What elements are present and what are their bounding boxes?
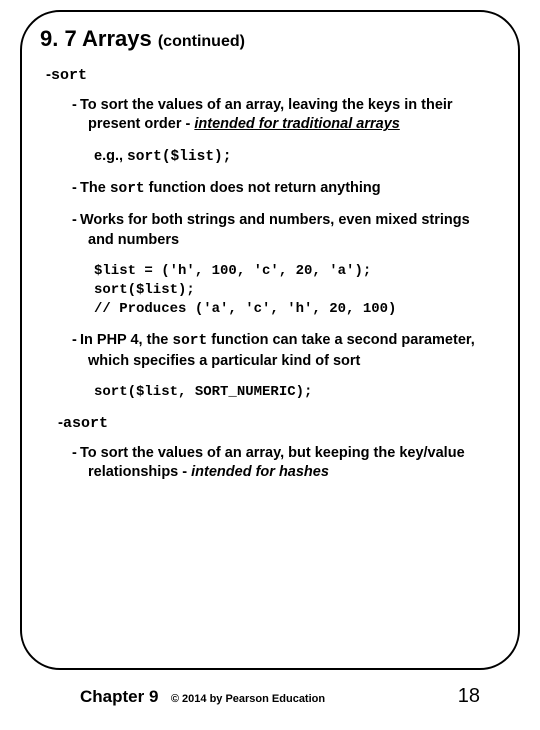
sort-desc-em: intended for traditional arrays <box>194 116 399 132</box>
bullet-sort-desc: - To sort the values of an array, leavin… <box>80 96 490 135</box>
php4-mono: sort <box>172 333 207 349</box>
code-sort-numeric: sort($list, SORT_NUMERIC); <box>94 383 500 402</box>
bullet-eg: e.g., sort($list); <box>94 147 490 167</box>
footer-page-number: 18 <box>458 685 480 708</box>
footer-left: Chapter 9 © 2014 by Pearson Education <box>80 687 325 707</box>
bullet-asort: - asort <box>58 414 500 434</box>
heading-number: 9. 7 <box>40 26 77 51</box>
bullet-php4: - In PHP 4, the sort function can take a… <box>80 331 490 371</box>
no-return-pre: The <box>80 180 110 196</box>
bullet-asort-desc: - To sort the values of an array, but ke… <box>80 444 490 483</box>
bullet-works-both: - Works for both strings and numbers, ev… <box>80 211 490 250</box>
eg-label: e.g., <box>94 148 127 164</box>
bullet-sort: - sort <box>46 66 500 86</box>
php4-pre: In PHP 4, the <box>80 332 172 348</box>
slide-frame: 9. 7 Arrays (continued) - sort - To sort… <box>20 10 520 670</box>
eg-code: sort($list); <box>127 149 231 165</box>
no-return-post: function does not return anything <box>145 180 381 196</box>
sort-label: sort <box>51 67 87 84</box>
works-both-text: Works for both strings and numbers, even… <box>80 212 470 248</box>
slide-heading: 9. 7 Arrays (continued) <box>40 26 500 52</box>
heading-title: Arrays <box>82 26 152 51</box>
heading-suffix: (continued) <box>158 33 245 50</box>
asort-desc-em: intended for hashes <box>191 464 329 480</box>
footer: Chapter 9 © 2014 by Pearson Education 18 <box>20 685 520 708</box>
code-block-sort: $list = ('h', 100, 'c', 20, 'a'); sort($… <box>94 262 500 319</box>
footer-copyright: © 2014 by Pearson Education <box>171 693 325 705</box>
footer-chapter: Chapter 9 <box>80 687 158 706</box>
asort-label: asort <box>63 415 108 432</box>
no-return-mono: sort <box>110 181 145 197</box>
bullet-no-return: - The sort function does not return anyt… <box>80 179 490 200</box>
